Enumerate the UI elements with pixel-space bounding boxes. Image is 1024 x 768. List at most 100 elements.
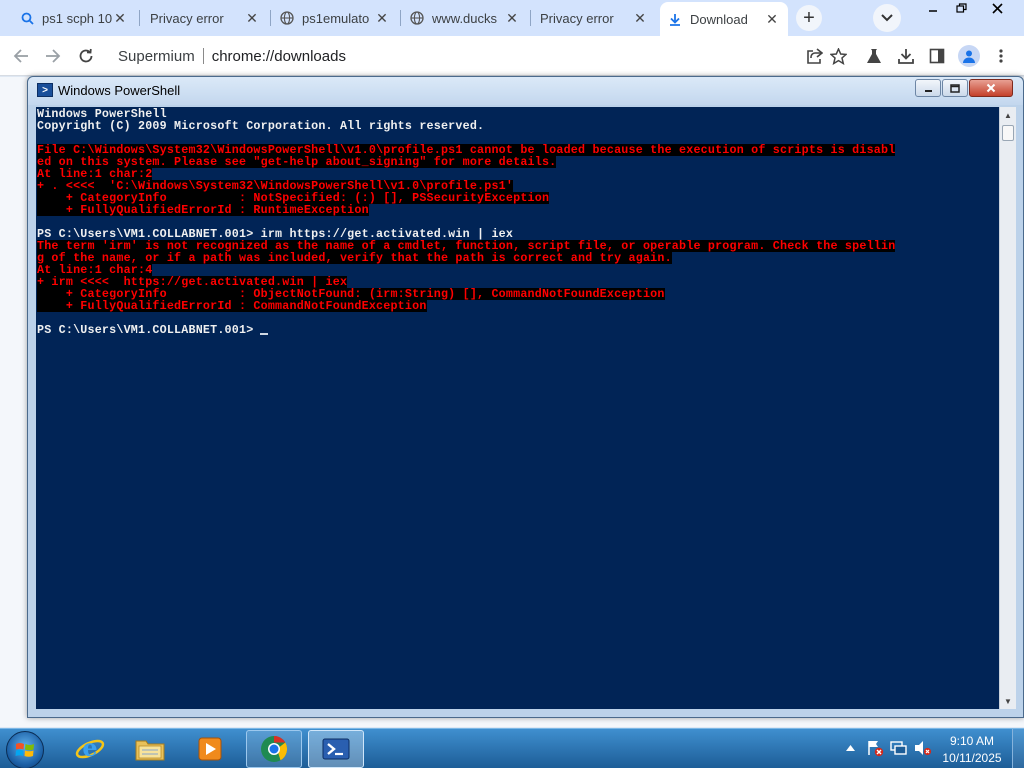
close-icon [991,2,1003,14]
tab-privacy-error[interactable]: Privacy error ✕ [142,3,268,33]
address-bar[interactable]: Supermium chrome://downloads [106,40,854,72]
clock-time: 9:10 AM [949,734,995,748]
tab-label: Privacy error [540,10,614,26]
internet-explorer-icon: e [75,734,105,762]
volume-muted-icon [915,741,932,756]
tab-downloads[interactable]: Download ✕ [660,2,788,36]
omnibox-divider [202,48,204,64]
tab-divider [270,10,271,26]
star-icon [829,47,847,65]
vertical-scrollbar[interactable]: ▲ ▼ [999,107,1016,709]
tab-label: ps1 scph 10 [42,10,112,26]
tab-search[interactable]: ps1 scph 10 ✕ [12,3,136,33]
kebab-menu-icon [999,49,1003,63]
console-output[interactable]: Windows PowerShell Copyright (C) 2009 Mic… [36,107,999,709]
powershell-icon [322,738,350,760]
close-tab-icon[interactable]: ✕ [504,10,520,26]
text-cursor [260,333,269,335]
reload-button[interactable] [73,43,99,69]
window-title: Windows PowerShell [58,83,181,98]
close-tab-icon[interactable]: ✕ [112,10,128,26]
close-icon [986,83,996,93]
show-hidden-icons-button[interactable] [842,729,858,767]
console-error-line: + FullyQualifiedErrorId : CommandNotFoun… [37,299,427,313]
taskbar-internet-explorer[interactable]: e [62,730,118,768]
minimize-window-button[interactable] [915,79,941,97]
tab-divider [139,10,140,26]
restore-window-button[interactable] [946,0,976,16]
minimize-icon [924,89,932,92]
extension-button[interactable] [863,45,885,67]
tab-ps1emulator[interactable]: ps1emulato ✕ [272,3,398,33]
chevron-down-icon [881,14,893,22]
tab-duckduckgo[interactable]: www.ducks ✕ [402,3,528,33]
tab-strip: ps1 scph 10 ✕ Privacy error ✕ ps1emulato… [0,0,1024,36]
taskbar-media-player[interactable] [182,730,238,768]
close-tab-icon[interactable]: ✕ [764,11,780,27]
scroll-down-icon[interactable]: ▼ [1000,693,1016,709]
share-button[interactable] [804,45,826,67]
close-tab-icon[interactable]: ✕ [632,10,648,26]
minimize-window-button[interactable] [918,0,948,16]
download-icon [898,49,914,64]
tab-divider [400,10,401,26]
bookmark-button[interactable] [827,45,849,67]
tab-label: www.ducks [432,10,498,26]
volume-button[interactable] [912,729,934,767]
windows-logo-icon [15,743,34,757]
scroll-thumb[interactable] [1002,125,1014,141]
reload-icon [79,48,93,63]
minimize-icon [929,10,937,12]
tab-privacy-error-2[interactable]: Privacy error ✕ [532,3,656,33]
browser-toolbar: Supermium chrome://downloads [0,36,1024,76]
folder-icon [135,740,165,761]
console-error-line: + FullyQualifiedErrorId : RuntimeExcepti… [37,203,369,217]
scroll-up-icon[interactable]: ▲ [1000,107,1016,123]
profile-button[interactable] [958,45,980,67]
tab-label: Privacy error [150,10,224,26]
console-prompt: PS C:\Users\VM1.COLLABNET.001> [37,323,254,337]
tab-label: ps1emulato [302,10,370,26]
close-window-button[interactable] [982,0,1012,16]
browser-menu-button[interactable] [990,45,1012,67]
powershell-icon: > [37,83,53,97]
clock-date: 10/11/2025 [942,751,1002,765]
maximize-window-button[interactable] [942,79,968,97]
back-button[interactable] [8,43,34,69]
chevron-up-icon [845,745,855,751]
side-panel-button[interactable] [926,45,948,67]
share-icon [807,48,823,64]
downloads-button[interactable] [895,45,917,67]
flag-error-icon [868,741,884,757]
forward-button[interactable] [40,43,66,69]
taskbar-powershell[interactable] [308,730,364,768]
close-tab-icon[interactable]: ✕ [244,10,260,26]
show-desktop-button[interactable] [1012,729,1024,768]
svg-text:e: e [82,734,97,762]
close-window-button[interactable] [969,79,1013,97]
download-icon [668,12,682,26]
tab-search-button[interactable] [873,4,901,32]
powershell-window[interactable]: > Windows PowerShell Windows PowerShell C… [27,76,1024,718]
tab-label: Download [690,11,748,27]
flask-icon [867,49,881,63]
new-tab-button[interactable]: + [796,5,822,31]
site-chip: Supermium [118,47,195,65]
restore-icon [955,3,967,13]
start-button[interactable] [6,731,44,768]
network-button[interactable] [888,729,910,767]
media-player-icon [198,737,222,761]
url-text: chrome://downloads [211,47,346,65]
console-line: Copyright (C) 2009 Microsoft Corporation… [37,119,485,133]
powershell-titlebar[interactable]: > Windows PowerShell [28,77,1023,105]
close-tab-icon[interactable]: ✕ [374,10,390,26]
taskbar-windows-explorer[interactable] [122,730,178,768]
system-clock[interactable]: 9:10 AM 10/11/2025 [936,733,1008,767]
network-icon [890,741,907,755]
avatar-icon [963,50,975,63]
globe-icon [410,11,424,25]
taskbar-chrome-browser[interactable] [246,730,302,768]
action-center-button[interactable] [864,729,886,767]
globe-icon [280,11,294,25]
plus-icon: + [803,6,815,29]
